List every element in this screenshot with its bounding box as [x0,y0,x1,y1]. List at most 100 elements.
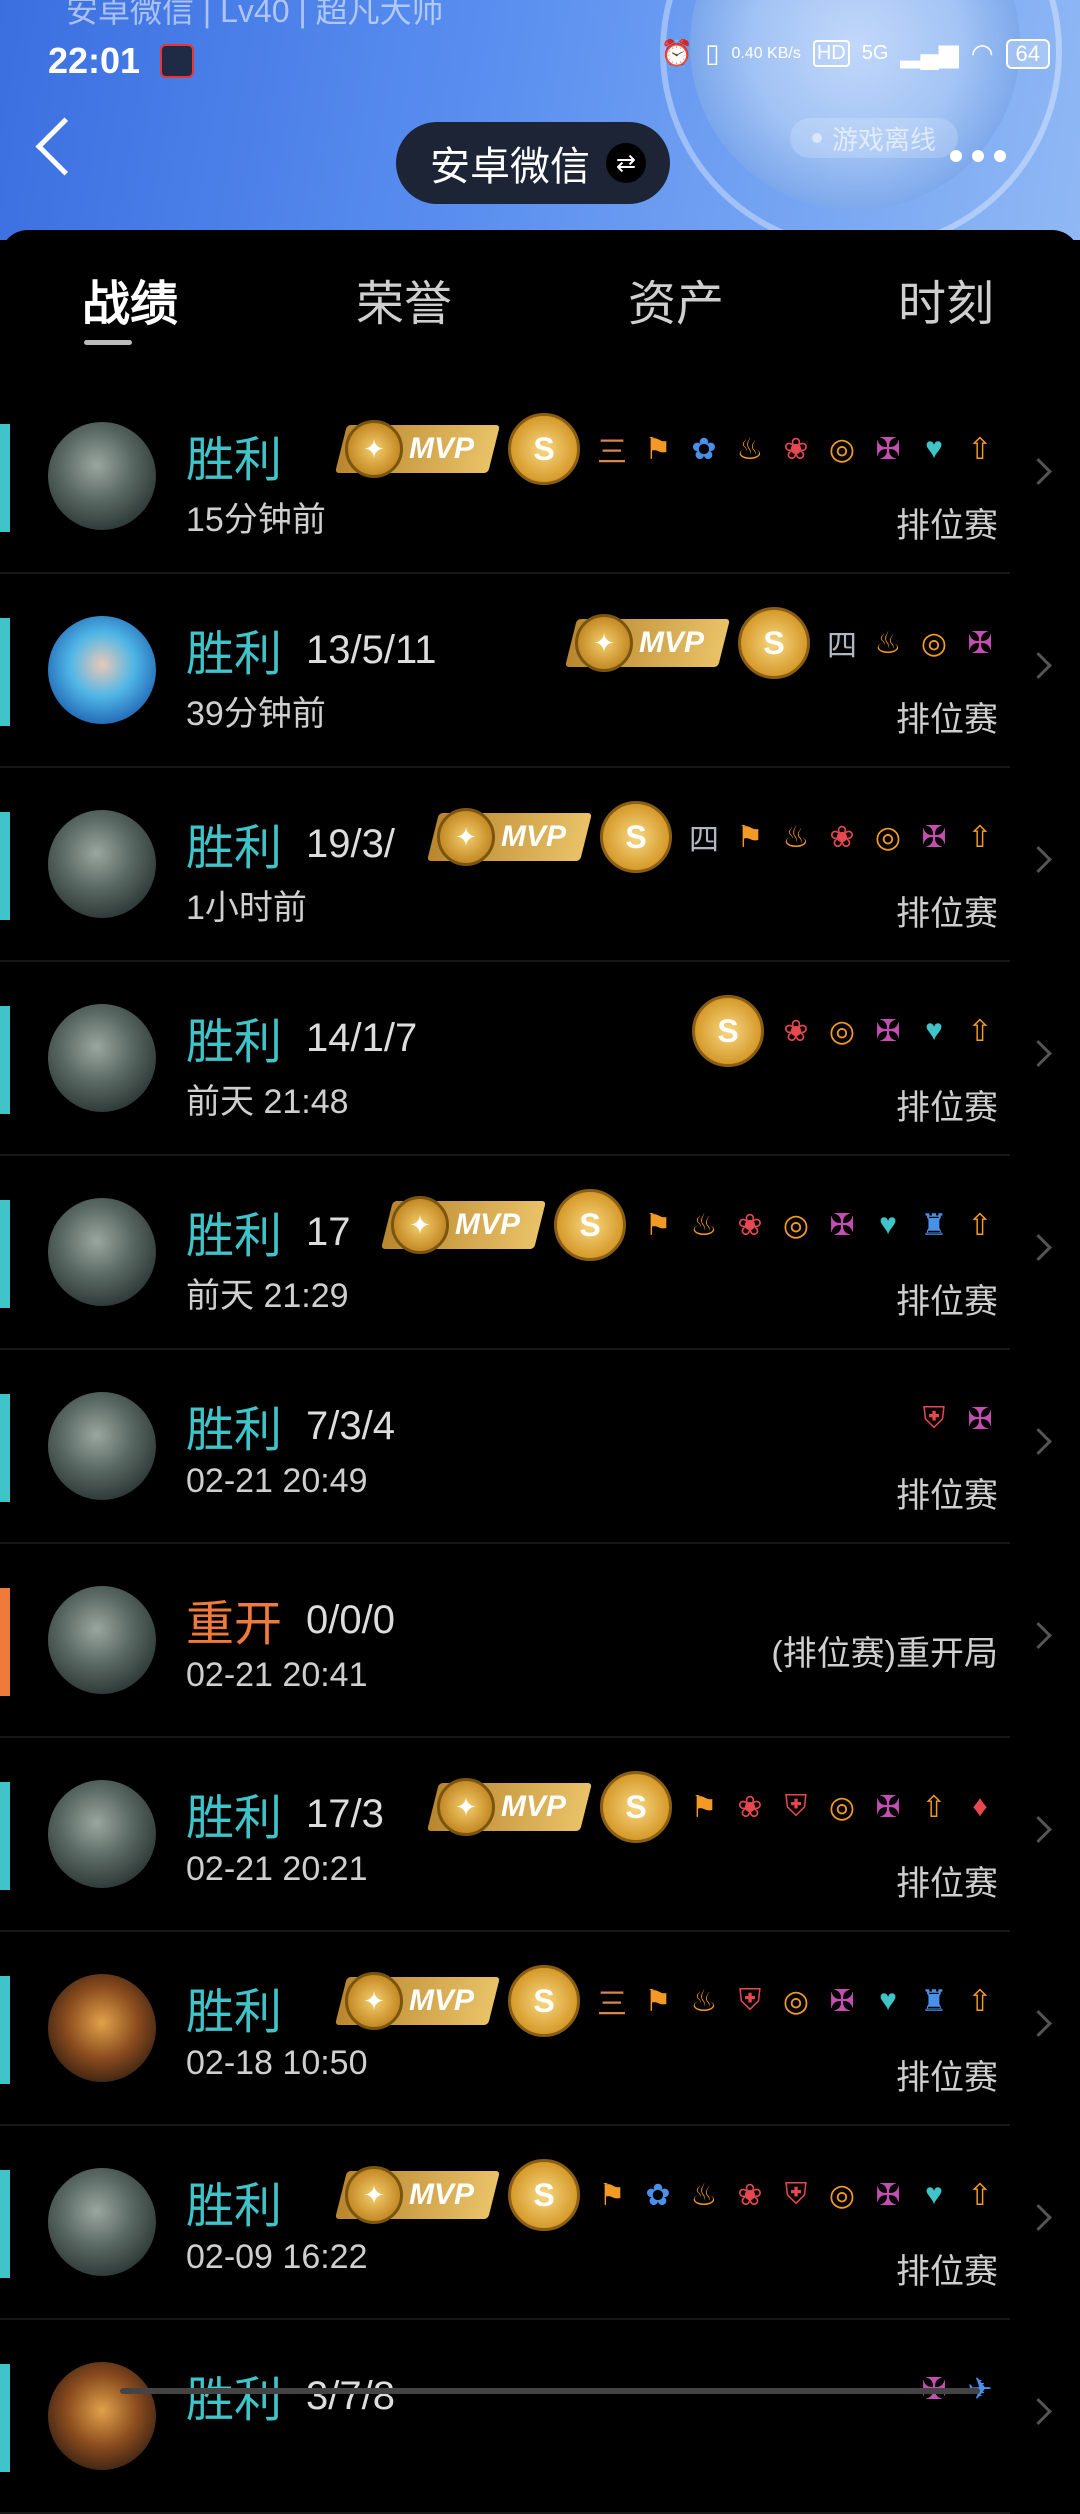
result-color-bar [0,2170,10,2278]
mvp-medal-icon: ✦ [344,2166,403,2224]
s-rating-medal-icon: S [692,995,764,1067]
lotus-icon: ❀ [783,432,809,466]
match-row[interactable]: 胜利 17 前天 21:29 排位赛 ✦ MVP S ⚑ ♨ ❀ ◎ ✠ ♥ ♜ ⇧ [0,1156,1052,1350]
chevron-right-icon [1025,2398,1052,2425]
hero-avatar [48,422,156,530]
flag-icon: ⚑ [690,1790,718,1824]
flag-icon: ⚑ [736,820,764,854]
active-tab-indicator [84,340,132,345]
heal-icon: ♥ [879,1984,897,2017]
lotus-icon: ❀ [737,2178,763,2212]
mvp-label: MVP [408,2178,474,2211]
chevron-right-icon [1025,458,1052,485]
match-row[interactable]: 胜利 7/3/4 02-21 20:49 排位赛 ⛨ ✠ [0,1350,1052,1544]
match-result: 胜利 [186,1016,283,1069]
chevron-right-icon [1025,1428,1052,1455]
fire-icon: ♨ [690,2178,718,2212]
heal-icon: ♥ [925,2178,943,2211]
match-row[interactable]: 胜利 19/3/1小时前 排位赛 ✦ MVP S 四 ⚑ ♨ ❀ ◎ ✠ ⇧ [0,768,1052,962]
match-badges: ✦ MVP S 三 ⚑ ♨ ⛨ ◎ ✠ ♥ ♜ ⇧ [335,1965,1000,2037]
heal-icon: ♥ [925,1014,943,1047]
match-badges: ✦ MVP S ⚑ ♨ ❀ ◎ ✠ ♥ ♜ ⇧ [381,1189,1000,1261]
hero-avatar [48,1004,156,1112]
more-button[interactable] [950,150,1006,162]
back-button[interactable] [35,117,94,176]
coin-icon: ◎ [782,1208,810,1242]
match-result: 胜利 [186,1210,283,1263]
demon-icon: ✠ [875,432,901,466]
mvp-badge: ✦ MVP [381,1196,546,1254]
signal-icon: ▂▄▆ [900,38,959,68]
mvp-medal-icon: ✦ [390,1196,449,1254]
match-time: 02-21 20:21 [186,1850,368,1888]
match-mode: 排位赛 [896,2059,998,2097]
match-kda: 17/3 [306,1792,384,1836]
match-time: 前天 21:48 [186,1083,349,1121]
hero-avatar [48,810,156,918]
match-time: 02-09 16:22 [186,2238,368,2276]
chevron-right-icon [1025,1040,1052,1067]
tab-moments[interactable]: 时刻 [898,264,994,334]
home-indicator[interactable] [120,2388,980,2394]
shield-icon: ⛨ [784,1790,808,1823]
mvp-label: MVP [408,1984,474,2017]
fire-icon: ♨ [782,820,810,854]
result-color-bar [0,1588,10,1696]
tab-records[interactable]: 战绩 [82,264,178,334]
match-result: 胜利 [186,1404,283,1457]
match-result: 重开 [186,1598,283,1651]
fire-icon: ♨ [690,1984,718,2018]
match-result: 胜利 [186,434,283,487]
tower-icon: ⇧ [967,820,993,854]
status-time: 22:01 [48,40,141,81]
match-row[interactable]: 胜利3/7/8✠✈ [0,2320,1052,2514]
vibrate-icon: ▯ [705,38,720,68]
account-label: 安卓微信 [430,145,590,189]
demon-icon: ✠ [875,2178,901,2212]
more-dot-icon [994,150,1006,162]
coin-icon: ◎ [874,820,902,854]
match-row[interactable]: 胜利 02-09 16:22 排位赛 ✦ MVP S ⚑ ✿ ♨ ❀ ⛨ ◎ ✠ ♥ ⇧ [0,2126,1052,2320]
tab-honor[interactable]: 荣誉 [356,264,452,334]
match-time: 02-21 20:49 [186,1462,368,1500]
match-row[interactable]: 重开 0/0/0 02-21 20:41 (排位赛)重开局 [0,1544,1052,1738]
result-color-bar [0,1976,10,2084]
match-result: 胜利 [186,1986,283,2039]
demon-icon: ✠ [875,1790,901,1824]
mvp-medal-icon: ✦ [436,808,495,866]
match-kda: 19/3/ [306,822,395,866]
fire-icon: ♨ [690,1208,718,1242]
mvp-badge: ✦ MVP [427,1778,592,1836]
match-result: 胜利 [186,2180,283,2233]
mvp-label: MVP [454,1208,520,1241]
match-mode: 排位赛 [896,1865,998,1903]
tab-assets[interactable]: 资产 [628,264,724,334]
demon-icon: ✠ [829,1208,855,1242]
game-status-badge: 游戏离线 [790,118,959,158]
mvp-badge: ✦ MVP [335,2166,500,2224]
swap-icon: ⇄ [606,143,646,183]
match-row[interactable]: 胜利 17/3 02-21 20:21 排位赛 ✦ MVP S ⚑ ❀ ⛨ ◎ ✠ ⇧ ♦ [0,1738,1052,1932]
match-row[interactable]: 胜利 14/1/7 前天 21:48 排位赛 S ❀ ◎ ✠ ♥ ⇧ [0,962,1052,1156]
account-switcher[interactable]: 安卓微信 ⇄ [396,122,670,204]
s-rating-medal-icon: S [738,607,810,679]
chevron-right-icon [1025,2010,1052,2037]
flag-icon: ⚑ [644,1984,672,2018]
match-list: 胜利 15分钟前 排位赛 ✦ MVP S 三 ⚑ ✿ ♨ ❀ ◎ ✠ ♥ ⇧ 胜利 13/5/11 39分钟前 排位… [0,380,1080,2514]
rank-3-icon: 三 [597,436,627,469]
mvp-medal-icon: ✦ [344,420,403,478]
match-result: 胜利 [186,1792,283,1845]
match-result: 胜利 [186,2374,283,2427]
s-rating-medal-icon: S [600,1771,672,1843]
chevron-right-icon [1025,846,1052,873]
chevron-right-icon [1025,2204,1052,2231]
flag-icon: ⚑ [644,1208,672,1242]
coin-icon: ◎ [828,2178,856,2212]
mvp-label: MVP [408,432,474,465]
mvp-label: MVP [500,1790,566,1823]
demon-icon: ✠ [875,1014,901,1048]
match-row[interactable]: 胜利 13/5/11 39分钟前 排位赛 ✦ MVP S 四 ♨ ◎ ✠ [0,574,1052,768]
match-row[interactable]: 胜利 02-18 10:50 排位赛 ✦ MVP S 三 ⚑ ♨ ⛨ ◎ ✠ ♥ ♜ ⇧ [0,1932,1052,2126]
flag-icon: ⚑ [644,432,672,466]
match-row[interactable]: 胜利 15分钟前 排位赛 ✦ MVP S 三 ⚑ ✿ ♨ ❀ ◎ ✠ ♥ ⇧ [0,380,1052,574]
